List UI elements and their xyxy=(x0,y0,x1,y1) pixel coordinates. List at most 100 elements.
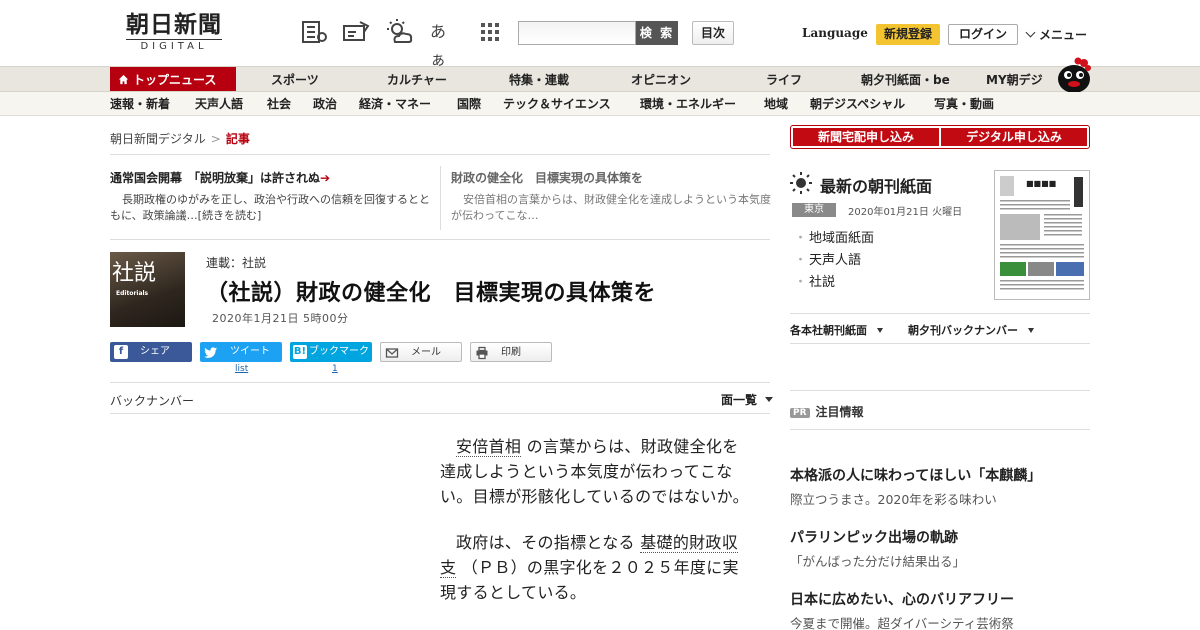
nav-economy[interactable]: 経済・マネー xyxy=(359,92,431,117)
regional-paper-dropdown[interactable]: 各本社朝刊紙面 xyxy=(790,322,883,338)
pr-item-desc: 際立つうまさ。2020年を彩る味わい xyxy=(790,492,997,507)
secondary-nav: 速報・新着 天声人語 社会 政治 経済・マネー 国際 テック＆サイエンス 環境・… xyxy=(0,92,1200,116)
article-paragraph: 政府は、その指標となる 基礎的財政収支 （ＰＢ）の黒字化を２０２５年度に実現する… xyxy=(440,530,752,605)
nav-top-news-label: トップニュース xyxy=(133,73,217,87)
nav-breaking[interactable]: 速報・新着 xyxy=(110,92,170,117)
nav-sports[interactable]: スポーツ xyxy=(271,67,319,91)
language-link[interactable]: Language xyxy=(802,26,868,40)
keyword-link[interactable]: 安倍首相 xyxy=(456,437,522,457)
pr-heading-label: 注目情報 xyxy=(815,405,864,419)
nav-top-news[interactable]: トップニュース xyxy=(110,67,236,91)
register-button[interactable]: 新規登録 xyxy=(876,24,940,45)
toc-button[interactable]: 目次 xyxy=(692,21,734,45)
pr-item-title: パラリンピック出場の軌跡 xyxy=(790,530,958,546)
featured-article-2[interactable]: 財政の健全化 目標実現の具体策を 安倍首相の言葉からは、財政健全化を達成しようと… xyxy=(451,170,771,224)
search-button[interactable]: 検 索 xyxy=(636,21,678,45)
featured-title[interactable]: 財政の健全化 目標実現の具体策を xyxy=(451,170,771,186)
hatena-icon: B! xyxy=(293,345,307,359)
pr-item[interactable]: 日本に広めたい、心のバリアフリー 今夏まで開催。超ダイバーシティ芸術祭 xyxy=(790,589,1090,630)
breadcrumb: 朝日新聞デジタル > 記事 xyxy=(110,130,250,147)
series-label[interactable]: 連載：社説 xyxy=(206,254,266,271)
subscribe-paper-button[interactable]: 新聞宅配申し込み xyxy=(793,128,939,146)
pr-item[interactable]: 本格派の人に味わってほしい「本麒麟」 際立つうまさ。2020年を彩る味わい xyxy=(790,465,1090,508)
nav-my[interactable]: MY朝デジ xyxy=(986,67,1043,91)
thumbnail-en: Editorials xyxy=(116,290,149,297)
twitter-share-label: ツイート xyxy=(230,346,270,357)
newspaper-thumbnail[interactable]: ■■■■ xyxy=(994,170,1090,300)
pr-item-title: 本格派の人に味わってほしい「本麒麟」 xyxy=(790,468,1042,484)
men-list-dropdown[interactable]: 面一覧 xyxy=(721,391,774,408)
chevron-down-icon xyxy=(1025,27,1036,38)
nav-environment[interactable]: 環境・エネルギー xyxy=(640,92,736,117)
nav-features[interactable]: 特集・連載 xyxy=(509,67,569,91)
featured-article-1[interactable]: 通常国会開幕 「説明放棄」は許されぬ➔ 長期政権のゆがみを正し、政治や行政への信… xyxy=(110,170,430,224)
site-logo[interactable]: 朝日新聞 DIGITAL xyxy=(118,12,230,54)
nav-culture[interactable]: カルチャー xyxy=(387,67,447,91)
facebook-icon: f xyxy=(114,345,128,359)
logo-jp: 朝日新聞 xyxy=(126,11,222,38)
grid-menu-icon[interactable] xyxy=(476,18,504,46)
nav-life[interactable]: ライフ xyxy=(766,67,802,91)
divider xyxy=(110,382,770,383)
nav-tenseijingo[interactable]: 天声人語 xyxy=(195,92,243,117)
nav-opinion[interactable]: オピニオン xyxy=(631,67,691,91)
backnumber-paper-label: 朝夕刊バックナンバー xyxy=(908,324,1018,337)
print-button[interactable]: 印刷 xyxy=(470,342,552,362)
paper-link-tenseijingo[interactable]: 天声人語 xyxy=(794,250,874,272)
nav-photo[interactable]: 写真・動画 xyxy=(934,92,994,117)
nav-society[interactable]: 社会 xyxy=(267,92,291,117)
nav-special[interactable]: 朝デジスペシャル xyxy=(810,92,905,117)
pr-item-desc: 「がんばった分だけ結果出る」 xyxy=(790,554,966,569)
hatena-bookmark-button[interactable]: B! ブックマーク xyxy=(290,342,372,362)
menu-label: メニュー xyxy=(1039,28,1088,42)
facebook-share-button[interactable]: f シェア xyxy=(110,342,192,362)
hatena-count-link[interactable]: 1 xyxy=(332,364,338,374)
pr-badge: PR xyxy=(790,408,810,418)
twitter-share-button[interactable]: ツイート xyxy=(200,342,282,362)
nav-international[interactable]: 国際 xyxy=(457,92,481,117)
caret-down-icon xyxy=(765,397,774,402)
home-icon xyxy=(118,74,129,85)
newspaper-page-image: ■■■■ xyxy=(998,174,1086,296)
paper-link-regional[interactable]: 地域面紙面 xyxy=(794,228,874,250)
breadcrumb-home[interactable]: 朝日新聞デジタル xyxy=(110,132,206,146)
pr-heading: PR 注目情報 xyxy=(790,403,864,420)
search-input[interactable] xyxy=(518,21,636,45)
divider xyxy=(790,390,1090,391)
article-title: （社説）財政の健全化 目標実現の具体策を xyxy=(206,281,657,306)
paragraph-pre: 政府は、その指標となる xyxy=(456,533,641,552)
newspaper-title[interactable]: 最新の朝刊紙面 xyxy=(820,173,932,197)
nav-paper[interactable]: 朝夕刊紙面・be xyxy=(861,67,950,91)
featured-title[interactable]: 通常国会開幕 「説明放棄」は許されぬ xyxy=(110,171,320,185)
subscribe-digital-button[interactable]: デジタル申し込み xyxy=(941,128,1087,146)
nav-region[interactable]: 地域 xyxy=(764,92,788,117)
pr-item[interactable]: パラリンピック出場の軌跡 「がんばった分だけ結果出る」 xyxy=(790,527,1090,570)
paper-date: 2020年01月21日 火曜日 xyxy=(848,207,963,218)
menu-button[interactable]: メニュー xyxy=(1025,26,1088,43)
mail-label: メール xyxy=(411,347,441,358)
paper-link-editorial[interactable]: 社説 xyxy=(794,272,874,294)
divider xyxy=(110,154,770,155)
paragraph-post: （ＰＢ）の黒字化を２０２５年度に実現するとしている。 xyxy=(440,558,739,602)
primary-nav: トップニュース スポーツ カルチャー 特集・連載 オピニオン ライフ 朝夕刊紙面… xyxy=(0,66,1200,92)
font-size-icon[interactable]: あぁ xyxy=(430,18,458,69)
logo-en: DIGITAL xyxy=(126,39,222,54)
divider xyxy=(440,166,441,230)
caret-down-icon xyxy=(876,328,883,333)
login-button[interactable]: ログイン xyxy=(948,24,1018,45)
region-badge: 東京 xyxy=(792,203,836,217)
breadcrumb-current: 記事 xyxy=(225,132,250,146)
nav-politics[interactable]: 政治 xyxy=(313,92,337,117)
sun-icon xyxy=(790,172,812,194)
backnumber-dropdown[interactable]: 朝夕刊バックナンバー xyxy=(908,322,1034,338)
editorial-thumbnail: 社説 Editorials xyxy=(110,252,185,327)
nav-tech[interactable]: テック＆サイエンス xyxy=(503,92,611,117)
newspaper-icon[interactable] xyxy=(300,18,328,46)
mail-button[interactable]: メール xyxy=(380,342,462,362)
featured-desc: 安倍首相の言葉からは、財政健全化を達成しようという本気度が伝わってこな… xyxy=(451,193,771,222)
scrap-icon[interactable] xyxy=(342,18,370,46)
divider xyxy=(790,343,1090,344)
weather-icon[interactable] xyxy=(385,18,413,46)
backnumber-label[interactable]: バックナンバー xyxy=(110,392,194,409)
twitter-count-link[interactable]: list xyxy=(235,364,248,374)
